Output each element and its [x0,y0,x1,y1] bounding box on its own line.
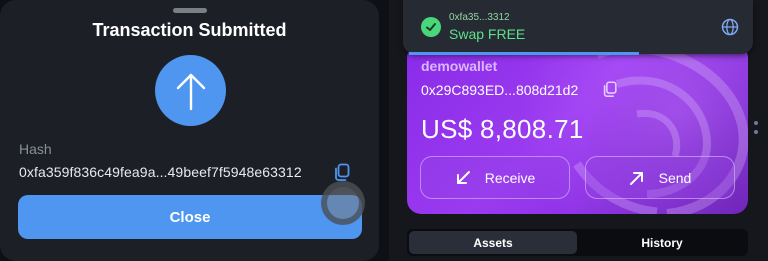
card-pager-dots[interactable] [754,121,758,137]
globe-icon[interactable] [721,18,739,36]
pager-dot [754,121,758,125]
close-button[interactable]: Close [18,195,362,239]
wallet-address: 0x29C893ED...808d21d2 [421,82,579,98]
pager-dot [754,130,758,134]
sheet-title: Transaction Submitted [92,20,287,40]
copy-icon[interactable] [332,162,352,182]
check-icon [421,17,441,37]
copy-icon[interactable] [601,80,619,98]
arrow-up-right-icon [629,171,643,185]
wallet-tabs: Assets History [407,229,748,256]
hash-value: 0xfa359f836c49fea9a...49beef7f5948e63312 [19,164,302,180]
transaction-submitted-sheet: Transaction Submitted Hash 0xfa359f836c4… [0,0,379,261]
toast-address: 0xfa35...3312 [449,12,510,23]
hash-label: Hash [19,141,52,157]
touch-indicator [321,181,365,225]
sheet-drag-handle[interactable] [173,8,207,13]
send-button[interactable]: Send [585,156,735,199]
submitted-status-badge [155,55,226,126]
toast-message: Swap FREE [449,26,526,42]
arrow-up-icon [176,73,205,110]
tab-history[interactable]: History [578,231,746,254]
arrow-down-left-icon [456,170,470,184]
toast-progress-bar [409,52,639,55]
wallet-balance: US$ 8,808.71 [421,114,584,144]
wallet-screen: 0xfa35...3312 Swap FREE demowallet 0x29C… [389,0,768,261]
send-label: Send [658,169,692,186]
receive-label: Receive [484,169,536,186]
tab-assets[interactable]: Assets [409,231,577,254]
swap-toast[interactable]: 0xfa35...3312 Swap FREE [403,0,753,54]
receive-button[interactable]: Receive [420,156,570,199]
wallet-name: demowallet [421,58,498,74]
wallet-card: demowallet 0x29C893ED...808d21d2 US$ 8,8… [407,44,748,214]
